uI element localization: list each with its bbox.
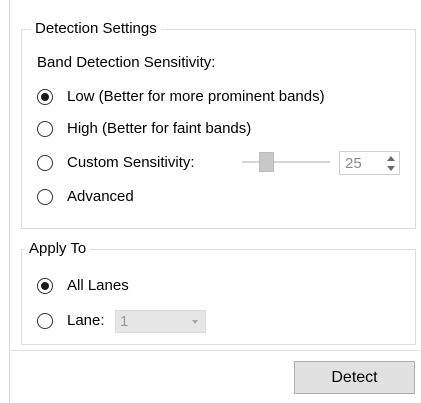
radio-high-sensitivity[interactable]: High (Better for faint bands) [37, 119, 251, 139]
detect-button[interactable]: Detect [294, 361, 415, 394]
radio-custom-label: Custom Sensitivity: [67, 154, 195, 171]
band-detection-panel: Detection Settings Band Detection Sensit… [0, 0, 421, 403]
radio-advanced[interactable]: Advanced [37, 187, 134, 207]
radio-lane-label: Lane: [67, 312, 105, 329]
radio-lane-indicator[interactable] [37, 313, 53, 329]
radio-all-lanes-label: All Lanes [67, 277, 129, 294]
radio-low-label: Low (Better for more prominent bands) [67, 88, 325, 105]
radio-all-lanes-indicator[interactable] [37, 278, 53, 294]
radio-low-indicator[interactable] [37, 89, 53, 105]
chevron-down-icon [192, 320, 198, 324]
radio-high-indicator[interactable] [37, 121, 53, 137]
lane-select[interactable]: 1 [115, 310, 206, 333]
radio-all-lanes[interactable]: All Lanes [37, 276, 129, 296]
radio-advanced-indicator[interactable] [37, 189, 53, 205]
detection-settings-legend: Detection Settings [31, 20, 161, 38]
spinner-down-button[interactable] [383, 163, 399, 173]
left-border [9, 0, 10, 403]
radio-high-label: High (Better for faint bands) [67, 120, 252, 137]
custom-sensitivity-spinner[interactable]: 25 [339, 151, 400, 175]
radio-low-sensitivity[interactable]: Low (Better for more prominent bands) [37, 87, 325, 107]
arrow-down-icon [387, 165, 395, 171]
custom-sensitivity-slider[interactable] [242, 151, 330, 173]
apply-to-legend: Apply To [25, 240, 91, 258]
slider-thumb[interactable] [259, 152, 274, 172]
sensitivity-label: Band Detection Sensitivity: [37, 54, 216, 71]
arrow-up-icon [387, 155, 395, 161]
footer-divider [9, 350, 421, 351]
spinner-up-button[interactable] [383, 153, 399, 163]
slider-track [242, 161, 330, 163]
radio-lane[interactable]: Lane: [37, 311, 105, 331]
radio-custom-indicator[interactable] [37, 155, 53, 171]
lane-select-value: 1 [120, 313, 129, 330]
radio-advanced-label: Advanced [67, 188, 134, 205]
radio-custom-sensitivity[interactable]: Custom Sensitivity: [37, 153, 195, 173]
custom-sensitivity-value: 25 [345, 155, 362, 172]
